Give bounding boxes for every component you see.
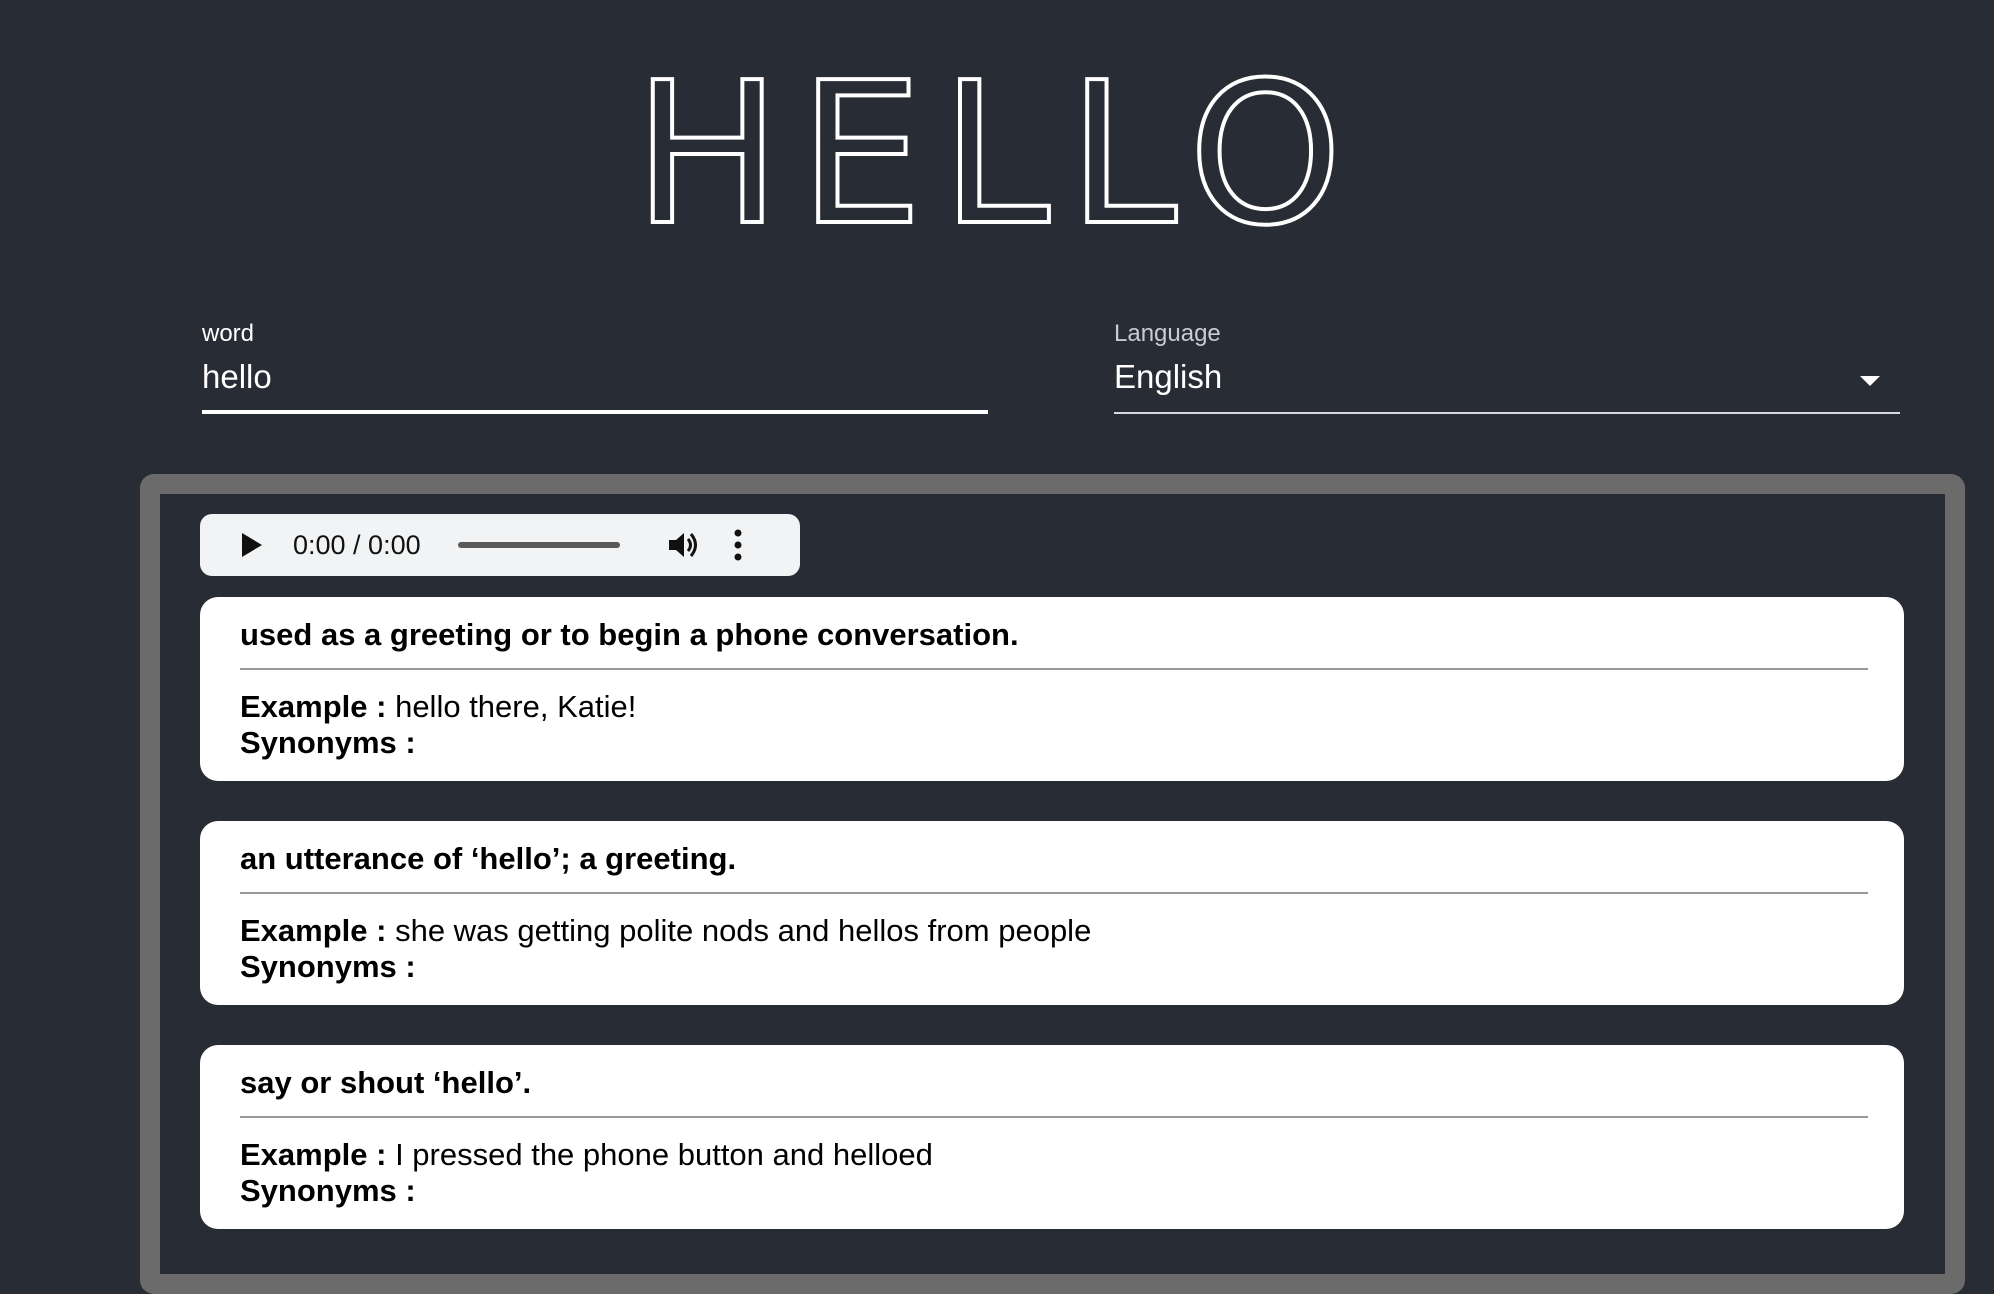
example-text: she was getting polite nods and hellos f… [395,913,1092,948]
title-wordmark: HELLO [647,52,1347,242]
play-icon[interactable] [242,533,262,557]
language-underline [1114,412,1900,414]
example-line: Example : I pressed the phone button and… [240,1137,933,1173]
page-title: HELLO [0,52,1994,242]
audio-player[interactable]: 0:00 / 0:00 [200,514,800,576]
example-line: Example : hello there, Katie! [240,689,636,725]
definition-text: used as a greeting or to begin a phone c… [240,617,1019,652]
more-vertical-icon[interactable] [726,528,750,567]
example-text: hello there, Katie! [395,689,637,724]
audio-time: 0:00 / 0:00 [293,530,421,560]
synonyms-line: Synonyms : [240,1173,416,1209]
example-label: Example : [240,689,387,724]
definition-text: an utterance of ‘hello’; a greeting. [240,841,737,876]
meaning-card: used as a greeting or to begin a phone c… [200,597,1904,781]
example-label: Example : [240,913,387,948]
definition-text: say or shout ‘hello’. [240,1065,532,1100]
synonyms-line: Synonyms : [240,725,416,761]
synonyms-label: Synonyms : [240,725,416,760]
audio-progress-track[interactable] [458,542,620,548]
example-label: Example : [240,1137,387,1172]
meaning-card: say or shout ‘hello’. Example : I presse… [200,1045,1904,1229]
caret-down-icon[interactable] [1860,376,1880,386]
language-value[interactable]: English [1114,358,1834,396]
meaning-card: an utterance of ‘hello’; a greeting. Exa… [200,821,1904,1005]
card-divider [240,668,1868,670]
word-input[interactable] [202,358,922,396]
title-text: HELLO [647,52,1347,242]
example-line: Example : she was getting polite nods an… [240,913,1091,949]
word-underline [202,410,988,414]
word-field[interactable]: word [202,316,988,414]
volume-icon[interactable] [666,528,700,567]
language-select[interactable]: Language English [1114,316,1900,414]
card-divider [240,1116,1868,1118]
synonyms-label: Synonyms : [240,1173,416,1208]
synonyms-label: Synonyms : [240,949,416,984]
word-label: word [202,320,255,347]
example-text: I pressed the phone button and helloed [395,1137,933,1172]
language-label: Language [1114,320,1221,347]
card-divider [240,892,1868,894]
synonyms-line: Synonyms : [240,949,416,985]
